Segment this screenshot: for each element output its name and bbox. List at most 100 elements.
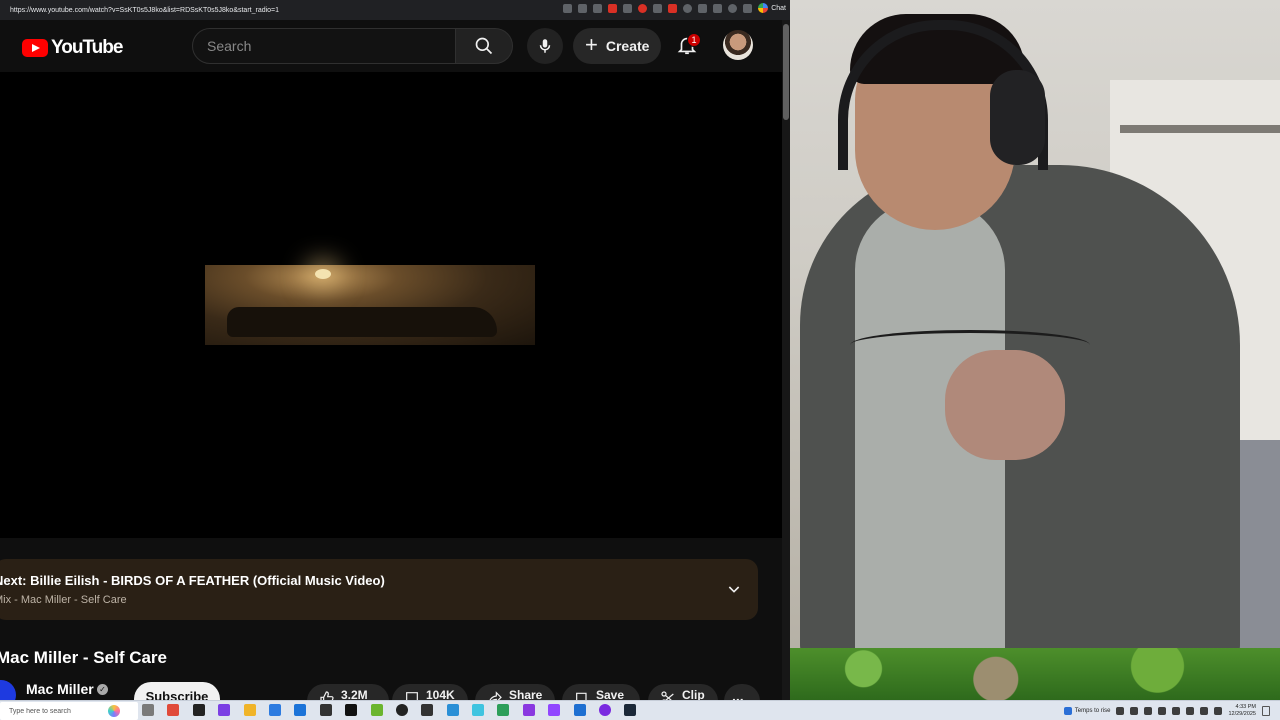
weather-widget[interactable]: Temps to rise — [1063, 707, 1111, 715]
app-icon[interactable] — [294, 704, 307, 716]
comment-count: 104K — [426, 688, 455, 700]
clock[interactable]: 4:33 PM 12/29/2025 — [1228, 704, 1256, 718]
app-icon[interactable] — [472, 704, 485, 716]
webcam-person-hand — [945, 350, 1065, 460]
profile-icon[interactable] — [728, 3, 738, 13]
youtube-header: YouTube + Create — [0, 20, 782, 72]
up-next-panel[interactable]: Next: Billie Eilish - BIRDS OF A FEATHER… — [0, 559, 758, 620]
like-button[interactable]: 3.2M — [307, 684, 389, 700]
comments-button[interactable]: 104K — [392, 684, 468, 700]
voice-search-button[interactable] — [527, 28, 563, 64]
network-icon[interactable] — [1186, 707, 1195, 715]
app-tray-icon[interactable] — [1130, 707, 1139, 715]
youtube-play-icon — [22, 39, 48, 57]
app-icon[interactable] — [421, 704, 434, 716]
app-icon[interactable] — [497, 704, 510, 716]
tab-search-icon[interactable] — [563, 3, 573, 13]
app-tray-icon[interactable] — [1214, 707, 1223, 715]
app-icon[interactable] — [319, 704, 332, 716]
search-icon — [475, 37, 493, 55]
clip-label: Clip — [682, 688, 705, 700]
mic-icon — [539, 39, 551, 53]
create-label: Create — [605, 38, 650, 54]
app-tray-icon[interactable] — [1172, 707, 1181, 715]
chrome-icon[interactable] — [167, 704, 180, 716]
microphone-icon[interactable] — [1144, 707, 1153, 715]
app-tray-icon[interactable] — [1158, 707, 1167, 715]
clock-time: 4:33 PM — [1235, 704, 1256, 710]
save-label: Save — [596, 688, 625, 700]
channel-row: Mac Miller ✓ Subscribe 3.2M 104K Share S… — [0, 678, 782, 700]
verified-icon: ✓ — [97, 684, 108, 695]
nvidia-icon[interactable] — [370, 704, 383, 716]
subscribe-button[interactable]: Subscribe — [134, 682, 220, 700]
file-explorer-icon[interactable] — [243, 704, 256, 716]
task-view-icon[interactable] — [142, 704, 154, 716]
extension-icon[interactable] — [683, 3, 693, 13]
channel-avatar[interactable] — [0, 680, 16, 700]
video-lamp-light — [315, 269, 331, 279]
taskbar-search-box[interactable] — [0, 702, 138, 720]
chat-extension-button[interactable]: Chat — [758, 3, 786, 13]
extension-icon[interactable] — [713, 3, 723, 13]
search-input[interactable] — [207, 38, 437, 54]
zoom-icon[interactable] — [578, 3, 588, 13]
copilot-icon[interactable] — [108, 705, 120, 717]
youtube-wordmark: YouTube — [51, 37, 123, 58]
address-bar[interactable]: https://www.youtube.com/watch?v=SsKT0s5J… — [0, 0, 790, 20]
app-icon[interactable] — [218, 704, 231, 716]
notifications-button[interactable]: 1 — [672, 30, 702, 60]
app-icon[interactable] — [345, 704, 358, 716]
taskbar-search-input[interactable] — [9, 707, 105, 715]
video-frame — [205, 265, 535, 345]
volume-icon[interactable] — [1200, 707, 1209, 715]
screen: https://www.youtube.com/watch?v=SsKT0s5J… — [0, 0, 1280, 720]
bookmark-star-icon[interactable] — [593, 3, 603, 13]
save-button[interactable]: Save — [562, 684, 640, 700]
scrollbar-thumb[interactable] — [783, 24, 789, 120]
extension-icon[interactable] — [623, 3, 633, 13]
extension-icon[interactable] — [638, 3, 648, 13]
extension-icon[interactable] — [668, 3, 678, 13]
youtube-logo[interactable]: YouTube — [22, 37, 123, 59]
up-next-title[interactable]: Next: Billie Eilish - BIRDS OF A FEATHER… — [0, 573, 385, 588]
app-icon[interactable] — [192, 704, 205, 716]
steam-icon[interactable] — [624, 704, 637, 716]
channel-name[interactable]: Mac Miller — [26, 681, 94, 697]
video-bed-silhouette — [227, 307, 497, 337]
page-scrollbar[interactable] — [782, 20, 790, 700]
url-text[interactable]: https://www.youtube.com/watch?v=SsKT0s5J… — [10, 7, 279, 14]
menu-icon[interactable] — [743, 3, 753, 13]
chevron-down-icon[interactable] — [726, 581, 742, 597]
chat-extension-label: Chat — [771, 4, 786, 12]
extension-icon[interactable] — [653, 3, 663, 13]
chevron-up-icon[interactable] — [1116, 707, 1125, 715]
account-avatar[interactable] — [723, 30, 753, 60]
twitch-icon[interactable] — [548, 704, 561, 716]
app-icon[interactable] — [599, 704, 612, 716]
video-player[interactable] — [0, 72, 782, 538]
app-icon[interactable] — [446, 704, 459, 716]
extension-toolbar: Chat — [563, 3, 786, 13]
thumbs-up-icon — [320, 691, 334, 700]
more-actions-button[interactable]: ... — [724, 684, 760, 700]
weather-icon — [1063, 707, 1072, 715]
app-icon[interactable] — [522, 704, 535, 716]
edge-icon[interactable] — [268, 704, 281, 716]
up-next-subtitle: Mix - Mac Miller - Self Care — [0, 594, 127, 606]
search-button[interactable] — [455, 28, 513, 64]
clip-button[interactable]: Clip — [648, 684, 718, 700]
create-button[interactable]: + Create — [573, 28, 661, 64]
extension-icon[interactable] — [608, 3, 618, 13]
search-box[interactable] — [192, 28, 456, 64]
browser-window: https://www.youtube.com/watch?v=SsKT0s5J… — [0, 0, 790, 700]
extensions-puzzle-icon[interactable] — [698, 3, 708, 13]
notification-badge: 1 — [687, 33, 701, 47]
weather-text: Temps to rise — [1074, 708, 1111, 714]
desktop-wallpaper-strip — [790, 648, 1280, 700]
notification-center-icon[interactable] — [1262, 706, 1270, 716]
share-button[interactable]: Share — [475, 684, 555, 700]
app-icon[interactable] — [573, 704, 586, 716]
system-tray: Temps to rise 4:33 PM 12/29/2025 — [1063, 701, 1280, 720]
app-icon[interactable] — [395, 704, 408, 716]
